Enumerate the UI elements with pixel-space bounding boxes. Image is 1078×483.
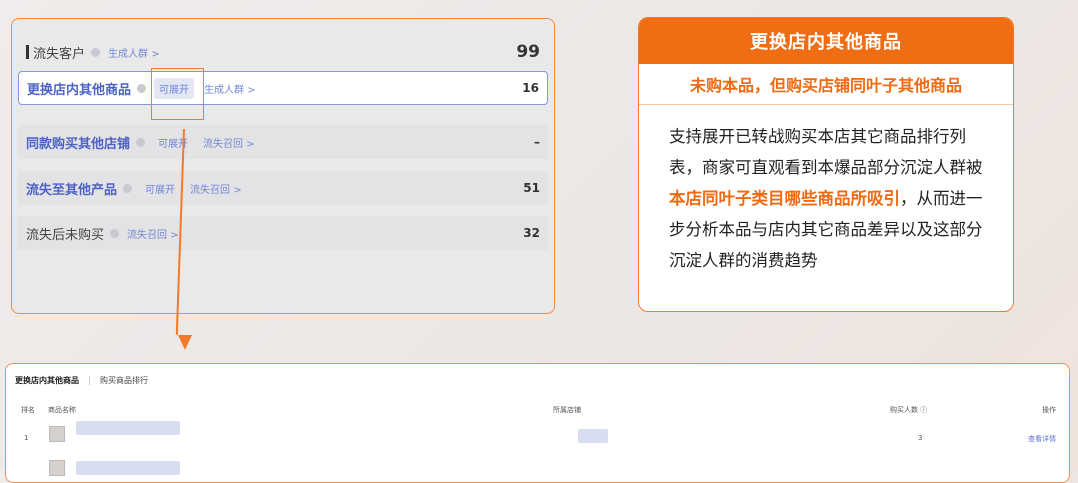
row-title: 流失后未购买 bbox=[26, 227, 105, 243]
row-value: 16 bbox=[522, 81, 539, 95]
row-value: 32 bbox=[523, 226, 540, 240]
card-description: 支持展开已转战购买本店其它商品排行列表，商家可直观看到本爆品部分沉淀人群被本店同… bbox=[639, 105, 1013, 276]
col-buyers: 购买人数 ⓘ bbox=[890, 406, 928, 414]
card-header: 更换店内其他商品 bbox=[639, 18, 1013, 64]
help-icon[interactable] bbox=[91, 47, 101, 57]
product-thumbnail bbox=[49, 460, 65, 476]
explanation-card: 更换店内其他商品 未购本品，但购买店铺同叶子其他商品 支持展开已转战购买本店其它… bbox=[638, 17, 1014, 312]
generate-crowd-link[interactable]: 生成人群 > bbox=[204, 81, 256, 96]
product-name-blurred bbox=[76, 421, 180, 435]
churn-recall-link[interactable]: 流失召回 > bbox=[203, 135, 255, 150]
row-value: – bbox=[534, 135, 540, 149]
col-shop: 所属店铺 bbox=[553, 406, 581, 414]
tab-divider bbox=[89, 376, 90, 385]
row-rank: 1 bbox=[24, 434, 29, 442]
row-title: 更换店内其他商品 bbox=[27, 82, 132, 98]
lost-customers-title: 流失客户 bbox=[33, 46, 86, 62]
purchase-ranking-table: 更换店内其他商品 购买商品排行 排名 商品名称 所属店铺 购买人数 ⓘ 操作 1… bbox=[5, 363, 1070, 483]
arrow-head-icon bbox=[178, 335, 192, 350]
col-rank: 排名 bbox=[21, 406, 35, 414]
switch-in-store-row[interactable]: 更换店内其他商品 可展开 生成人群 > 16 bbox=[18, 71, 548, 105]
tab-purchase-ranking[interactable]: 购买商品排行 bbox=[100, 375, 148, 386]
churn-recall-link[interactable]: 流失召回 > bbox=[127, 226, 179, 241]
card-subtitle: 未购本品，但购买店铺同叶子其他商品 bbox=[639, 64, 1013, 105]
product-name-blurred bbox=[76, 461, 180, 475]
help-icon[interactable] bbox=[136, 137, 146, 147]
col-action: 操作 bbox=[1042, 406, 1056, 414]
desc-highlight: 本店同叶子类目哪些商品所吸引 bbox=[669, 189, 900, 208]
help-icon[interactable] bbox=[110, 228, 120, 238]
churn-recall-link[interactable]: 流失召回 > bbox=[190, 181, 242, 196]
generate-crowd-link[interactable]: 生成人群 > bbox=[108, 45, 160, 60]
shop-name-blurred bbox=[578, 429, 608, 443]
view-details-link[interactable]: 查看详情 bbox=[1028, 434, 1056, 444]
section-bar bbox=[26, 45, 29, 59]
lost-customers-row: 流失客户 生成人群 > 99 bbox=[18, 35, 548, 69]
product-thumbnail bbox=[49, 426, 65, 442]
same-item-other-shop-row[interactable]: 同款购买其他店铺 可展开 流失召回 > – bbox=[18, 125, 548, 159]
highlight-box bbox=[151, 68, 204, 120]
churn-to-other-product-row[interactable]: 流失至其他产品 可展开 流失召回 > 51 bbox=[18, 171, 548, 205]
lost-customers-value: 99 bbox=[516, 42, 540, 62]
no-purchase-after-churn-row[interactable]: 流失后未购买 流失召回 > 32 bbox=[18, 216, 548, 250]
expand-tag[interactable]: 可展开 bbox=[153, 132, 193, 153]
row-buyers: 3 bbox=[918, 434, 923, 442]
tab-switch-in-store[interactable]: 更换店内其他商品 bbox=[15, 375, 79, 386]
help-icon[interactable] bbox=[137, 83, 147, 93]
row-title: 同款购买其他店铺 bbox=[26, 136, 131, 152]
lost-customers-panel: 流失客户 生成人群 > 99 更换店内其他商品 可展开 生成人群 > 16 同款… bbox=[11, 18, 555, 314]
help-icon[interactable] bbox=[123, 183, 133, 193]
desc-text: 支持展开已转战购买本店其它商品排行列表，商家可直观看到本爆品部分沉淀人群被 bbox=[669, 127, 983, 177]
expand-tag[interactable]: 可展开 bbox=[140, 178, 180, 199]
row-value: 51 bbox=[523, 181, 540, 195]
row-title: 流失至其他产品 bbox=[26, 182, 118, 198]
col-name: 商品名称 bbox=[48, 406, 76, 414]
table-tabs: 更换店内其他商品 购买商品排行 bbox=[15, 375, 148, 386]
